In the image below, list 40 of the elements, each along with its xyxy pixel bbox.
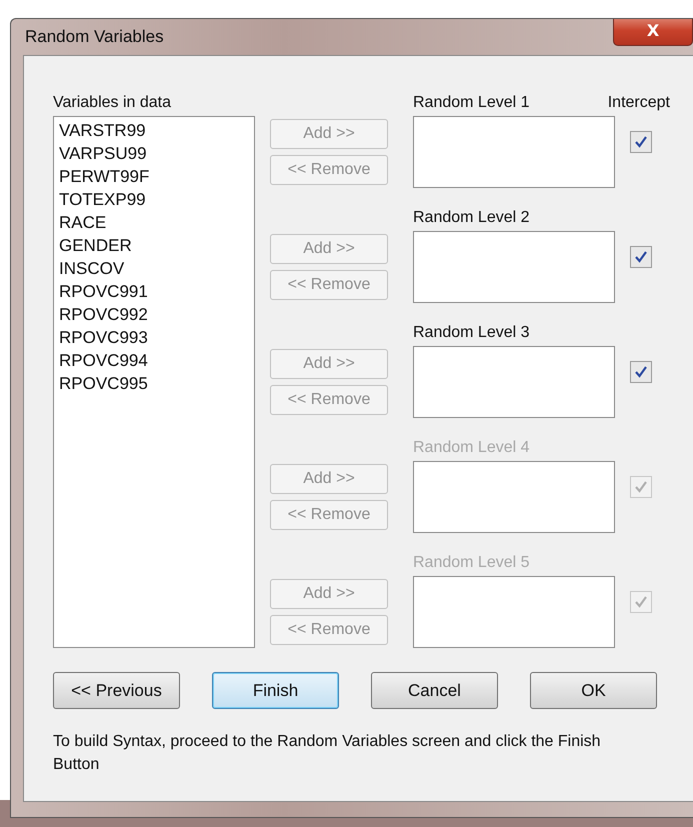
list-item[interactable]: RPOVC995 xyxy=(59,372,148,395)
list-item[interactable]: RPOVC991 xyxy=(59,280,148,303)
level-list[interactable] xyxy=(413,231,615,303)
list-item[interactable]: VARPSU99 xyxy=(59,142,147,165)
list-item[interactable]: RPOVC993 xyxy=(59,326,148,349)
level-list[interactable] xyxy=(413,346,615,418)
check-icon xyxy=(634,135,648,149)
variables-list[interactable]: VARSTR99 VARPSU99 PERWT99F TOTEXP99 RACE GENDER INSCOV RPOVC991 RPOVC992 RPOVC993 RPOVC994 RPOVC995 xyxy=(53,116,255,648)
check-icon xyxy=(634,250,648,264)
instruction-text: To build Syntax, proceed to the Random Variables screen and click the Finish Button xyxy=(53,732,602,775)
level-label: Random Level 2 xyxy=(413,209,530,227)
list-item[interactable]: INSCOV xyxy=(59,257,124,280)
level-list[interactable] xyxy=(413,116,615,188)
level-list[interactable] xyxy=(413,461,615,533)
list-item[interactable]: RPOVC994 xyxy=(59,349,148,372)
level-label: Random Level 3 xyxy=(413,324,530,342)
dialog-button[interactable]: Finish xyxy=(212,672,339,709)
list-item[interactable]: PERWT99F xyxy=(59,165,150,188)
window-title: Random Variables xyxy=(24,27,164,47)
list-item[interactable]: RPOVC992 xyxy=(59,303,148,326)
list-item[interactable]: RACE xyxy=(59,211,106,234)
dialog-button[interactable]: Cancel xyxy=(371,672,498,709)
close-button[interactable]: X xyxy=(613,19,693,46)
level-label: Random Level 4 xyxy=(413,439,530,457)
intercept-checkbox[interactable] xyxy=(630,361,652,383)
dialog-button[interactable]: OK xyxy=(530,672,657,709)
check-icon xyxy=(634,595,648,609)
dialog-button[interactable]: << Previous xyxy=(53,672,180,709)
list-item[interactable]: VARSTR99 xyxy=(59,119,146,142)
column-label: Intercept xyxy=(608,94,670,112)
list-item[interactable]: TOTEXP99 xyxy=(59,188,146,211)
level-list[interactable] xyxy=(413,576,615,648)
list-item[interactable]: GENDER xyxy=(59,234,132,257)
check-icon xyxy=(634,480,648,494)
level-label: Random Level 1 xyxy=(413,94,530,112)
check-icon xyxy=(634,365,648,379)
intercept-checkbox[interactable] xyxy=(630,246,652,268)
level-label: Random Level 5 xyxy=(413,554,530,572)
intercept-checkbox[interactable] xyxy=(630,131,652,153)
list-label: Variables in data xyxy=(53,94,172,112)
